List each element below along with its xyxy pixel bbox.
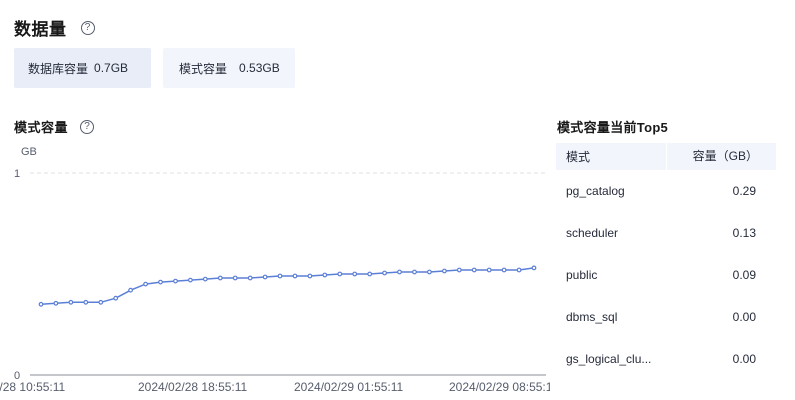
data-point [501,267,507,273]
table-header: 模式 容量（GB） [556,143,776,170]
section-title: 数据量 ? [14,15,95,40]
column-header-schema: 模式 [566,150,591,164]
chart-title-text: 模式容量 [14,120,69,135]
data-point [456,267,462,273]
help-icon[interactable]: ? [80,20,95,35]
data-point [38,301,44,307]
data-point [113,295,119,301]
schema-name: scheduler [566,226,619,240]
table-row: pg_catalog 0.29 [556,170,776,212]
data-point [531,265,537,271]
data-point [98,299,104,305]
schema-name: gs_logical_clu... [566,352,652,366]
schema-size-line-chart[interactable]: GB012024/02/28 10:55:112024/02/28 18:55:… [0,140,550,400]
table-row: gs_logical_clu... 0.00 [556,338,776,380]
x-tick-label: 2024/02/29 08:55:11 [449,380,550,394]
card-value: 0.53GB [239,61,280,75]
schema-name: pg_catalog [566,184,625,198]
card-value: 0.7GB [94,61,129,75]
data-point [367,271,373,277]
data-point [277,273,283,279]
data-point [217,275,223,281]
y-axis-unit: GB [21,146,37,158]
schema-size: 0.13 [732,226,756,240]
help-icon[interactable]: ? [80,119,95,134]
database-size-card: 数据库容量 0.7GB [14,48,151,88]
card-label: 数据库容量 [28,61,89,76]
page-title: 数据量 [14,20,67,39]
top5-title: 模式容量当前Top5 [557,120,669,135]
data-point [397,269,402,275]
schema-name: public [566,268,598,282]
data-point [262,274,268,280]
data-point [412,269,417,275]
data-point [442,268,447,274]
schema-size-card: 模式容量 0.53GB [163,48,295,88]
data-point [187,277,193,283]
table-row: dbms_sql 0.00 [556,296,776,338]
schema-size: 0.00 [732,310,756,324]
data-point [352,271,358,277]
top5-table: 模式 容量（GB） pg_catalog 0.29 scheduler 0.13… [556,143,776,380]
data-point [83,299,89,305]
data-point [173,278,178,284]
data-point [128,287,134,293]
table-row: public 0.09 [556,254,776,296]
schema-size: 0.29 [732,184,756,198]
data-point [427,269,432,275]
column-header-size: 容量（GB） [666,143,776,170]
data-point [143,281,149,287]
data-point [68,299,74,305]
data-point [471,267,477,273]
schema-name: dbms_sql [566,310,618,324]
data-point [232,275,238,281]
schema-size: 0.09 [732,268,756,282]
chart-title: 模式容量 ? [14,117,95,136]
x-tick-label: 2024/02/28 18:55:11 [138,380,248,394]
data-point [247,275,253,281]
data-point [53,300,59,306]
data-point [307,273,313,279]
x-tick-label: 2024/02/28 10:55:11 [0,380,66,394]
data-point [158,279,163,285]
y-tick-label: 1 [14,168,20,180]
data-point [486,267,492,273]
card-label: 模式容量 [179,61,228,76]
data-point [337,271,343,277]
table-row: scheduler 0.13 [556,212,776,254]
x-tick-label: 2024/02/29 01:55:11 [294,380,404,394]
data-point [202,276,208,282]
schema-size: 0.00 [732,352,756,366]
data-point [292,273,298,279]
data-point [382,270,388,276]
data-point [322,272,328,278]
data-point [516,267,522,273]
